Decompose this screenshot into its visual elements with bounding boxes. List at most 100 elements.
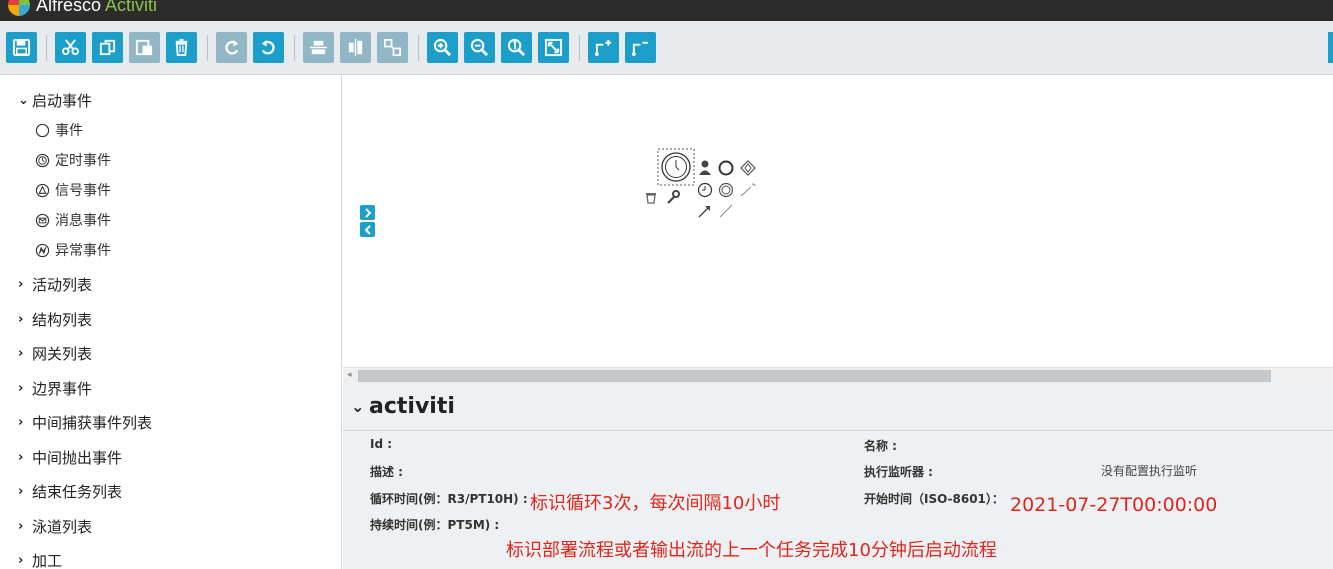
- zoom-actual-icon: [507, 38, 526, 57]
- palette-group-swimlanes[interactable]: › 泳道列表: [18, 516, 92, 537]
- timer-event-icon[interactable]: [696, 181, 714, 199]
- duration-label[interactable]: 持续时间(例：PT5M) :: [370, 516, 499, 533]
- brand-main: Alfresco: [36, 0, 102, 15]
- palette-group-artifacts[interactable]: › 加工: [18, 550, 62, 569]
- save-icon: [12, 38, 31, 57]
- properties-header[interactable]: ⌄ activiti: [343, 383, 1333, 431]
- palette-item-message-start[interactable]: 消息事件: [35, 210, 111, 230]
- same-size-icon: [384, 39, 401, 56]
- cycle-annotation: 标识循环3次，每次间隔10小时: [530, 493, 781, 514]
- trash-icon: [175, 38, 188, 57]
- toolbar-separator: [294, 35, 295, 61]
- palette-group-start-events[interactable]: ⌄ 启动事件: [18, 90, 92, 111]
- zoom-actual-button[interactable]: [501, 32, 532, 63]
- flow-line-icon[interactable]: [717, 202, 735, 220]
- message-start-icon: [35, 213, 50, 227]
- scroll-left-icon[interactable]: ◂: [347, 370, 352, 380]
- scissors-icon: [61, 39, 80, 56]
- error-start-icon: [35, 243, 50, 257]
- toolbar-separator: [207, 35, 208, 61]
- zoom-out-button[interactable]: [464, 32, 495, 63]
- canvas-horizontal-scrollbar[interactable]: ◂: [343, 367, 1333, 383]
- align-horizontal-button[interactable]: [340, 32, 371, 63]
- diagram-canvas[interactable]: [343, 75, 1333, 367]
- palette-group-gateways[interactable]: › 网关列表: [18, 343, 92, 364]
- copy-icon: [99, 39, 116, 56]
- align-vertical-icon: [309, 40, 328, 55]
- palette-item-none-start[interactable]: 事件: [35, 120, 83, 140]
- chevron-right-icon: ›: [18, 312, 24, 327]
- execution-listeners-label[interactable]: 执行监听器 :: [864, 463, 933, 480]
- scrollbar-thumb[interactable]: [358, 370, 1271, 382]
- delete-button[interactable]: [166, 32, 197, 63]
- chevron-down-icon: ⌄: [18, 93, 29, 108]
- chevron-right-icon: ›: [18, 519, 24, 534]
- association-icon[interactable]: [739, 181, 757, 199]
- wrench-icon[interactable]: [665, 189, 681, 205]
- palette-group-structural[interactable]: › 结构列表: [18, 309, 92, 330]
- delete-shape-icon[interactable]: [643, 189, 659, 205]
- zoom-in-button[interactable]: [427, 32, 458, 63]
- copy-button[interactable]: [92, 32, 123, 63]
- start-time-value[interactable]: 2021-07-27T00:00:00: [1010, 494, 1217, 516]
- palette-group-activities[interactable]: › 活动列表: [18, 274, 92, 295]
- id-label[interactable]: Id :: [370, 437, 392, 451]
- end-event-icon[interactable]: [717, 159, 735, 177]
- name-label[interactable]: 名称 :: [864, 437, 897, 454]
- undo-button[interactable]: [253, 32, 284, 63]
- save-button[interactable]: [6, 32, 37, 63]
- same-size-button[interactable]: [377, 32, 408, 63]
- chevron-right-icon: ›: [18, 381, 24, 396]
- paste-icon: [135, 39, 153, 56]
- cut-button[interactable]: [55, 32, 86, 63]
- user-task-icon[interactable]: [696, 159, 716, 177]
- toolbar-separator: [418, 35, 419, 61]
- editor-toolbar: [0, 21, 1333, 75]
- gateway-icon[interactable]: [739, 159, 757, 177]
- palette-group-end-events[interactable]: › 结束任务列表: [18, 481, 122, 502]
- start-time-label[interactable]: 开始时间（ISO-8601）：: [864, 490, 1004, 507]
- chevron-right-icon: [364, 207, 371, 218]
- paste-button[interactable]: [129, 32, 160, 63]
- expand-palette-button[interactable]: [360, 205, 375, 220]
- intermediate-event-icon[interactable]: [717, 181, 735, 199]
- zoom-fit-icon: [544, 38, 563, 57]
- add-bendpoint-icon: [594, 39, 612, 57]
- toolbar-separator: [46, 35, 47, 61]
- description-label[interactable]: 描述 :: [370, 463, 403, 480]
- palette-item-timer-start[interactable]: 定时事件: [35, 150, 111, 170]
- brand-accent: Activiti: [105, 0, 158, 15]
- zoom-out-icon: [470, 38, 489, 57]
- duration-annotation: 标识部署流程或者输出流的上一个任务完成10分钟后启动流程: [506, 540, 997, 561]
- logo-icon: [8, 0, 30, 16]
- palette-item-error-start[interactable]: 异常事件: [35, 240, 111, 260]
- undo-icon: [261, 39, 275, 55]
- chevron-right-icon: ›: [18, 450, 24, 465]
- shape-palette: ⌄ 启动事件 事件 定时事件 信号事件 消息事件 异常事件 › 活动列表 › 结…: [0, 75, 342, 569]
- align-vertical-button[interactable]: [303, 32, 334, 63]
- toolbar-separator: [579, 35, 580, 61]
- properties-panel: ⌄ activiti Id : 名称 : 描述 : 执行监听器 : 没有配置执行…: [343, 383, 1333, 569]
- app-logo: Alfresco Activiti: [8, 0, 157, 16]
- palette-group-intermediate-catching[interactable]: › 中间捕获事件列表: [18, 412, 152, 433]
- add-bendpoint-button[interactable]: [588, 32, 619, 63]
- palette-item-signal-start[interactable]: 信号事件: [35, 180, 111, 200]
- zoom-fit-button[interactable]: [538, 32, 569, 63]
- remove-bendpoint-button[interactable]: [625, 32, 656, 63]
- toolbar-right-button[interactable]: [1328, 32, 1333, 63]
- execution-listeners-value[interactable]: 没有配置执行监听: [1101, 462, 1197, 479]
- remove-bendpoint-icon: [631, 41, 649, 57]
- sequence-flow-icon[interactable]: [696, 202, 714, 220]
- collapse-palette-button[interactable]: [360, 222, 375, 237]
- chevron-right-icon: ›: [18, 346, 24, 361]
- app-header: Alfresco Activiti: [0, 0, 1333, 21]
- zoom-in-icon: [433, 38, 452, 57]
- chevron-right-icon: ›: [18, 553, 24, 568]
- chevron-right-icon: ›: [18, 415, 24, 430]
- cycle-time-label[interactable]: 循环时间(例：R3/PT10H) :: [370, 490, 528, 507]
- timer-start-icon: [35, 153, 50, 167]
- palette-group-boundary-events[interactable]: › 边界事件: [18, 378, 92, 399]
- palette-group-intermediate-throwing[interactable]: › 中间抛出事件: [18, 447, 122, 468]
- redo-button[interactable]: [216, 32, 247, 63]
- chevron-right-icon: ›: [18, 277, 24, 292]
